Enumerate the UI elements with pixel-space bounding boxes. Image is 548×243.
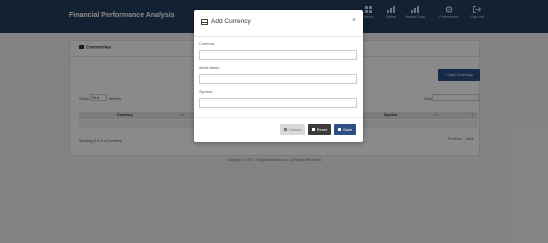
symbol-label: Symbol : bbox=[199, 90, 214, 94]
currency-label: Currency : bbox=[199, 42, 217, 46]
currency-input[interactable] bbox=[199, 50, 357, 60]
close-icon[interactable]: × bbox=[352, 17, 356, 24]
modal-header: Add Currency × bbox=[194, 10, 363, 37]
cancel-button-label: Cancel bbox=[288, 127, 302, 132]
add-currency-modal: Add Currency × Currency : Word Name : Sy… bbox=[194, 10, 363, 142]
save-button[interactable]: Save bbox=[334, 124, 356, 135]
save-icon bbox=[337, 128, 341, 132]
word-name-input[interactable] bbox=[199, 74, 357, 84]
reset-button-label: Reset bbox=[316, 127, 328, 132]
modal-footer-divider bbox=[194, 117, 363, 118]
word-name-label: Word Name : bbox=[199, 66, 222, 70]
window-icon bbox=[201, 19, 208, 25]
reset-icon bbox=[311, 128, 315, 132]
cancel-button[interactable]: Cancel bbox=[280, 124, 305, 135]
save-button-label: Save bbox=[342, 127, 353, 132]
reset-button[interactable]: Reset bbox=[308, 124, 331, 135]
page: Financial Performance Analysis Admin Rat… bbox=[0, 0, 548, 243]
cancel-icon bbox=[283, 128, 287, 132]
symbol-input[interactable] bbox=[199, 98, 357, 108]
modal-title: Add Currency bbox=[211, 18, 251, 25]
